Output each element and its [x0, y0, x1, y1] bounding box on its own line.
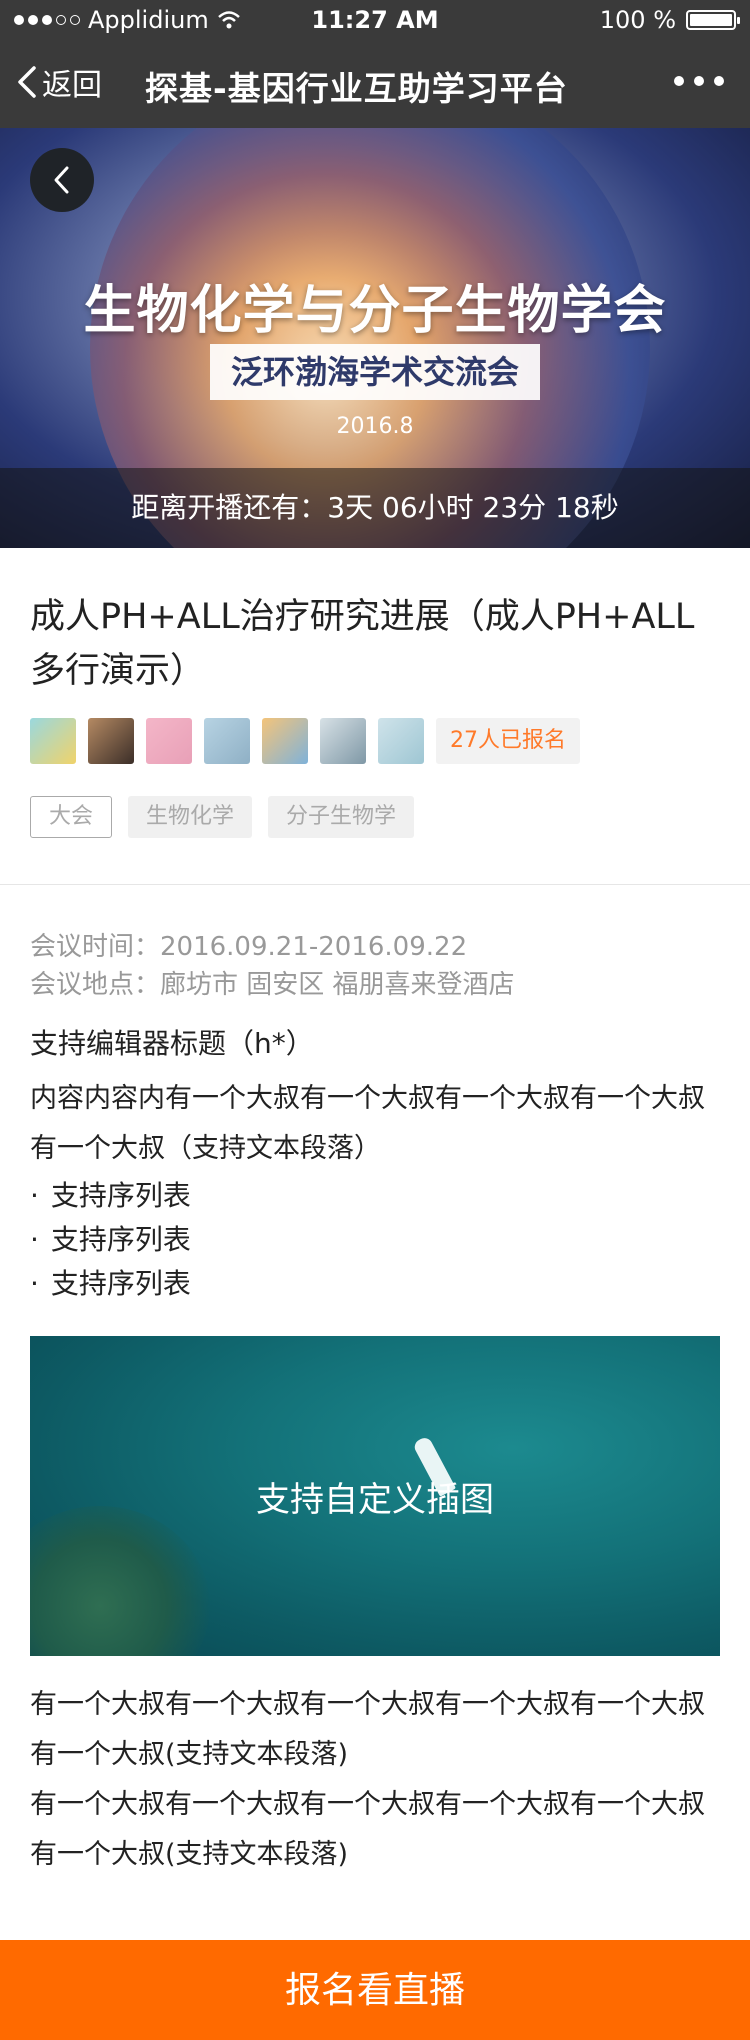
content-paragraph: 有一个大叔有一个大叔有一个大叔有一个大叔有一个大叔有一个大叔(支持文本段落) — [30, 1789, 705, 1870]
nav-bar: 返回 探基-基因行业互助学习平台 — [0, 40, 750, 128]
list-item: · 支持序列表 — [30, 1262, 720, 1306]
countdown-bar: 距离开播还有：3天 06小时 23分 18秒 — [0, 468, 750, 548]
content-heading: 支持编辑器标题（h*） — [30, 1027, 314, 1060]
banner-back-button[interactable] — [30, 148, 94, 212]
back-button[interactable]: 返回 — [16, 60, 102, 104]
content-illustration: 支持自定义插图 — [30, 1336, 720, 1656]
avatar[interactable] — [378, 718, 424, 764]
article-title: 成人PH+ALL治疗研究进展（成人PH+ALL多行演示） — [30, 597, 695, 691]
avatar[interactable] — [204, 718, 250, 764]
tag[interactable]: 分子生物学 — [268, 796, 415, 838]
more-dot-icon — [714, 76, 724, 86]
section-divider — [0, 884, 750, 885]
article-content-after: 有一个大叔有一个大叔有一个大叔有一个大叔有一个大叔有一个大叔(支持文本段落) 有… — [30, 1680, 720, 1880]
article-content: 支持编辑器标题（h*） 内容内容内有一个大叔有一个大叔有一个大叔有一个大叔有一个… — [30, 1024, 720, 1306]
list-item: · 支持序列表 — [30, 1174, 720, 1218]
avatar[interactable] — [88, 718, 134, 764]
content-paragraph: 有一个大叔有一个大叔有一个大叔有一个大叔有一个大叔有一个大叔(支持文本段落) — [30, 1689, 705, 1770]
tag[interactable]: 大会 — [30, 796, 113, 838]
status-bar: Applidium 11:27 AM 100 % — [0, 0, 750, 40]
list-item: · 支持序列表 — [30, 1218, 720, 1262]
avatar[interactable] — [30, 718, 76, 764]
banner-date: 2016.8 — [336, 414, 414, 439]
chevron-left-icon — [54, 166, 69, 194]
hero-banner: 生物化学与分子生物学会 泛环渤海学术交流会 2016.8 距离开播还有：3天 0… — [0, 128, 750, 548]
more-menu-button[interactable] — [674, 76, 724, 86]
bullet-icon: · — [30, 1267, 39, 1300]
bullet-list: · 支持序列表 · 支持序列表 · 支持序列表 — [30, 1174, 720, 1306]
back-label: 返回 — [42, 68, 102, 103]
avatar[interactable] — [146, 718, 192, 764]
more-dot-icon — [694, 76, 704, 86]
battery-group: 100 % — [599, 6, 740, 34]
page-title: 探基-基因行业互助学习平台 — [145, 69, 568, 108]
bullet-icon: · — [30, 1179, 39, 1212]
bullet-icon: · — [30, 1223, 39, 1256]
banner-title: 生物化学与分子生物学会 — [83, 281, 667, 341]
registered-count-badge[interactable]: 27人已报名 — [436, 718, 580, 764]
tag-list: 大会 生物化学 分子生物学 — [30, 796, 415, 838]
shore-shape — [30, 1506, 210, 1656]
tag[interactable]: 生物化学 — [128, 796, 253, 838]
battery-icon — [686, 10, 740, 30]
more-dot-icon — [674, 76, 684, 86]
banner-subtitle: 泛环渤海学术交流会 — [210, 344, 540, 400]
illustration-caption: 支持自定义插图 — [256, 1480, 494, 1520]
meeting-time: 会议时间：2016.09.21-2016.09.22 — [30, 932, 468, 962]
meeting-meta: 会议时间：2016.09.21-2016.09.22 会议地点：廊坊市 固安区 … — [30, 928, 515, 1004]
register-live-button[interactable]: 报名看直播 — [0, 1940, 750, 2040]
registrant-avatars: 27人已报名 — [30, 718, 580, 764]
meeting-place: 会议地点：廊坊市 固安区 福朋喜来登酒店 — [30, 970, 515, 1000]
chevron-left-icon — [18, 66, 36, 98]
avatar[interactable] — [320, 718, 366, 764]
battery-percent: 100 % — [599, 6, 676, 34]
avatar[interactable] — [262, 718, 308, 764]
content-paragraph: 内容内容内有一个大叔有一个大叔有一个大叔有一个大叔有一个大叔（支持文本段落） — [30, 1083, 705, 1164]
